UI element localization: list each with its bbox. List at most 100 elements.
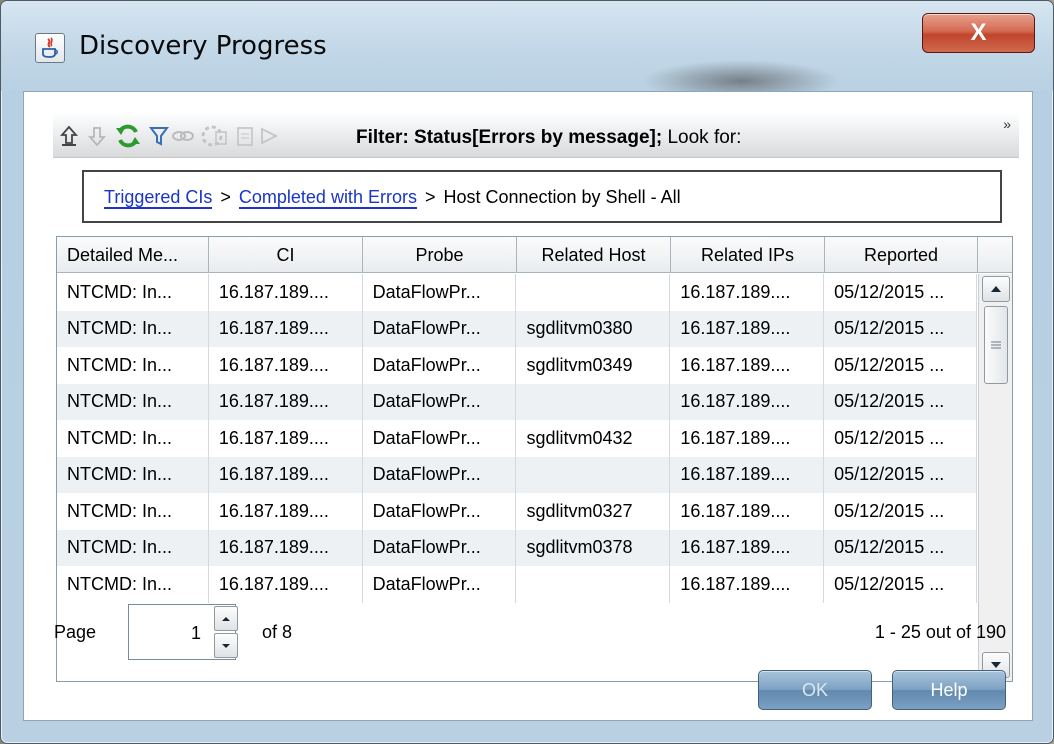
cell-ci: 16.187.189.... — [209, 420, 363, 457]
column-header-probe[interactable]: Probe — [363, 237, 517, 273]
table-row[interactable]: NTCMD: In... 16.187.189.... DataFlowPr... s… — [57, 310, 977, 347]
cell-related-ips: 16.187.189.... — [670, 310, 825, 347]
cell-reported: 05/12/2015 ... — [824, 383, 977, 420]
dialog-content: Filter: Status[Errors by message]; Look … — [23, 91, 1033, 721]
cell-detailed-message: NTCMD: In... — [57, 310, 209, 347]
filter-down-icon[interactable] — [85, 124, 109, 148]
breadcrumb-triggered-cis[interactable]: Triggered CIs — [104, 187, 213, 209]
breadcrumb: Triggered CIs > Completed with Errors > Host… — [82, 170, 1002, 223]
ok-button[interactable]: OK — [758, 670, 872, 710]
table-row[interactable]: NTCMD: In... 16.187.189.... DataFlowPr... s… — [57, 347, 977, 384]
cell-related-host — [516, 274, 671, 311]
scroll-up-button[interactable] — [982, 276, 1010, 302]
filter-label: Filter: Status[Errors by message]; — [356, 127, 663, 148]
column-header-detailed-message[interactable]: Detailed Me... — [57, 237, 209, 273]
page-spinner — [214, 606, 238, 658]
breadcrumb-completed-with-errors[interactable]: Completed with Errors — [238, 187, 417, 209]
help-button[interactable]: Help — [892, 670, 1006, 710]
cell-ci: 16.187.189.... — [209, 310, 363, 347]
breadcrumb-separator: > — [220, 187, 231, 207]
cell-related-ips: 16.187.189.... — [670, 493, 825, 530]
column-header-related-ips[interactable]: Related IPs — [671, 237, 825, 273]
cell-ci: 16.187.189.... — [209, 566, 363, 603]
cell-related-ips: 16.187.189.... — [670, 566, 825, 603]
column-header-corner — [978, 237, 1012, 273]
cell-detailed-message: NTCMD: In... — [57, 529, 209, 566]
link-icon[interactable] — [171, 124, 195, 148]
cell-related-host: sgdlitvm0327 — [516, 493, 671, 530]
grip-icon — [991, 341, 1001, 349]
cell-related-host: sgdlitvm0378 — [516, 529, 671, 566]
table-row[interactable]: NTCMD: In... 16.187.189.... DataFlowPr... 1… — [57, 383, 977, 420]
column-header-related-host[interactable]: Related Host — [517, 237, 671, 273]
cell-detailed-message: NTCMD: In... — [57, 274, 209, 311]
cell-reported: 05/12/2015 ... — [824, 420, 977, 457]
cell-related-host: sgdlitvm0349 — [516, 347, 671, 384]
cell-detailed-message: NTCMD: In... — [57, 347, 209, 384]
cell-related-ips: 16.187.189.... — [670, 383, 825, 420]
refresh-icon[interactable] — [113, 124, 143, 148]
vertical-scrollbar[interactable] — [978, 274, 1012, 681]
cell-reported: 05/12/2015 ... — [824, 456, 977, 493]
cell-related-host — [516, 383, 671, 420]
table-row[interactable]: NTCMD: In... 16.187.189.... DataFlowPr... s… — [57, 420, 977, 457]
page-down-button[interactable] — [214, 633, 238, 658]
cell-detailed-message: NTCMD: In... — [57, 456, 209, 493]
more-chevron-icon[interactable]: » — [1003, 116, 1011, 132]
table-header: Detailed Me... CI Probe Related Host Rel… — [57, 237, 1012, 273]
cell-probe: DataFlowPr... — [363, 347, 517, 384]
column-header-ci[interactable]: CI — [209, 237, 363, 273]
cell-ci: 16.187.189.... — [209, 493, 363, 530]
cell-probe: DataFlowPr... — [363, 529, 517, 566]
record-count: 1 - 25 out of 190 — [874, 622, 1006, 642]
cell-probe: DataFlowPr... — [363, 310, 517, 347]
cell-reported: 05/12/2015 ... — [824, 529, 977, 566]
arrow-up-icon — [991, 286, 1001, 292]
table-row[interactable]: NTCMD: In... 16.187.189.... DataFlowPr... s… — [57, 493, 977, 530]
page-total: of 8 — [262, 622, 293, 642]
page-up-button[interactable] — [214, 606, 238, 631]
cell-probe: DataFlowPr... — [363, 274, 517, 311]
cell-ci: 16.187.189.... — [209, 456, 363, 493]
dialog-window: Discovery Progress X Filter: Status[Erro… — [0, 0, 1054, 744]
cell-detailed-message: NTCMD: In... — [57, 420, 209, 457]
close-icon: X — [970, 19, 987, 46]
cell-reported: 05/12/2015 ... — [824, 310, 977, 347]
spin-down-icon — [222, 643, 230, 648]
arrow-right-icon[interactable] — [257, 124, 281, 148]
cell-related-host: sgdlitvm0380 — [516, 310, 671, 347]
cell-ci: 16.187.189.... — [209, 383, 363, 420]
toolbar: Filter: Status[Errors by message]; Look … — [53, 112, 1019, 158]
cell-ci: 16.187.189.... — [209, 529, 363, 566]
cell-detailed-message: NTCMD: In... — [57, 566, 209, 603]
cell-ci: 16.187.189.... — [209, 347, 363, 384]
grid-icon[interactable] — [199, 124, 229, 148]
cell-reported: 05/12/2015 ... — [824, 347, 977, 384]
filter-icon[interactable] — [147, 124, 171, 148]
close-button[interactable]: X — [922, 13, 1035, 53]
page-label: Page — [54, 622, 97, 642]
title-bar[interactable]: Discovery Progress X — [1, 1, 1053, 91]
look-for-label: Look for: — [667, 127, 742, 148]
table-row[interactable]: NTCMD: In... 16.187.189.... DataFlowPr... 1… — [57, 274, 977, 311]
arrow-down-icon — [991, 662, 1001, 668]
up-arrow-icon[interactable] — [57, 124, 81, 148]
cell-probe: DataFlowPr... — [363, 456, 517, 493]
document-icon[interactable] — [233, 124, 257, 148]
cell-probe: DataFlowPr... — [363, 420, 517, 457]
cell-reported: 05/12/2015 ... — [824, 274, 977, 311]
cell-reported: 05/12/2015 ... — [824, 566, 977, 603]
cell-related-host — [516, 566, 671, 603]
filter-status-text: Filter: Status[Errors by message]; Look … — [356, 127, 741, 149]
cell-detailed-message: NTCMD: In... — [57, 383, 209, 420]
column-header-reported[interactable]: Reported — [825, 237, 978, 273]
table-row[interactable]: NTCMD: In... 16.187.189.... DataFlowPr... 1… — [57, 566, 977, 603]
scrollbar-thumb[interactable] — [984, 306, 1008, 384]
cell-ci: 16.187.189.... — [209, 274, 363, 311]
table-row[interactable]: NTCMD: In... 16.187.189.... DataFlowPr... s… — [57, 529, 977, 566]
java-app-icon — [35, 33, 65, 63]
table-row[interactable]: NTCMD: In... 16.187.189.... DataFlowPr... 1… — [57, 456, 977, 493]
cell-related-ips: 16.187.189.... — [670, 456, 825, 493]
cell-related-ips: 16.187.189.... — [670, 420, 825, 457]
spin-up-icon — [222, 616, 230, 621]
